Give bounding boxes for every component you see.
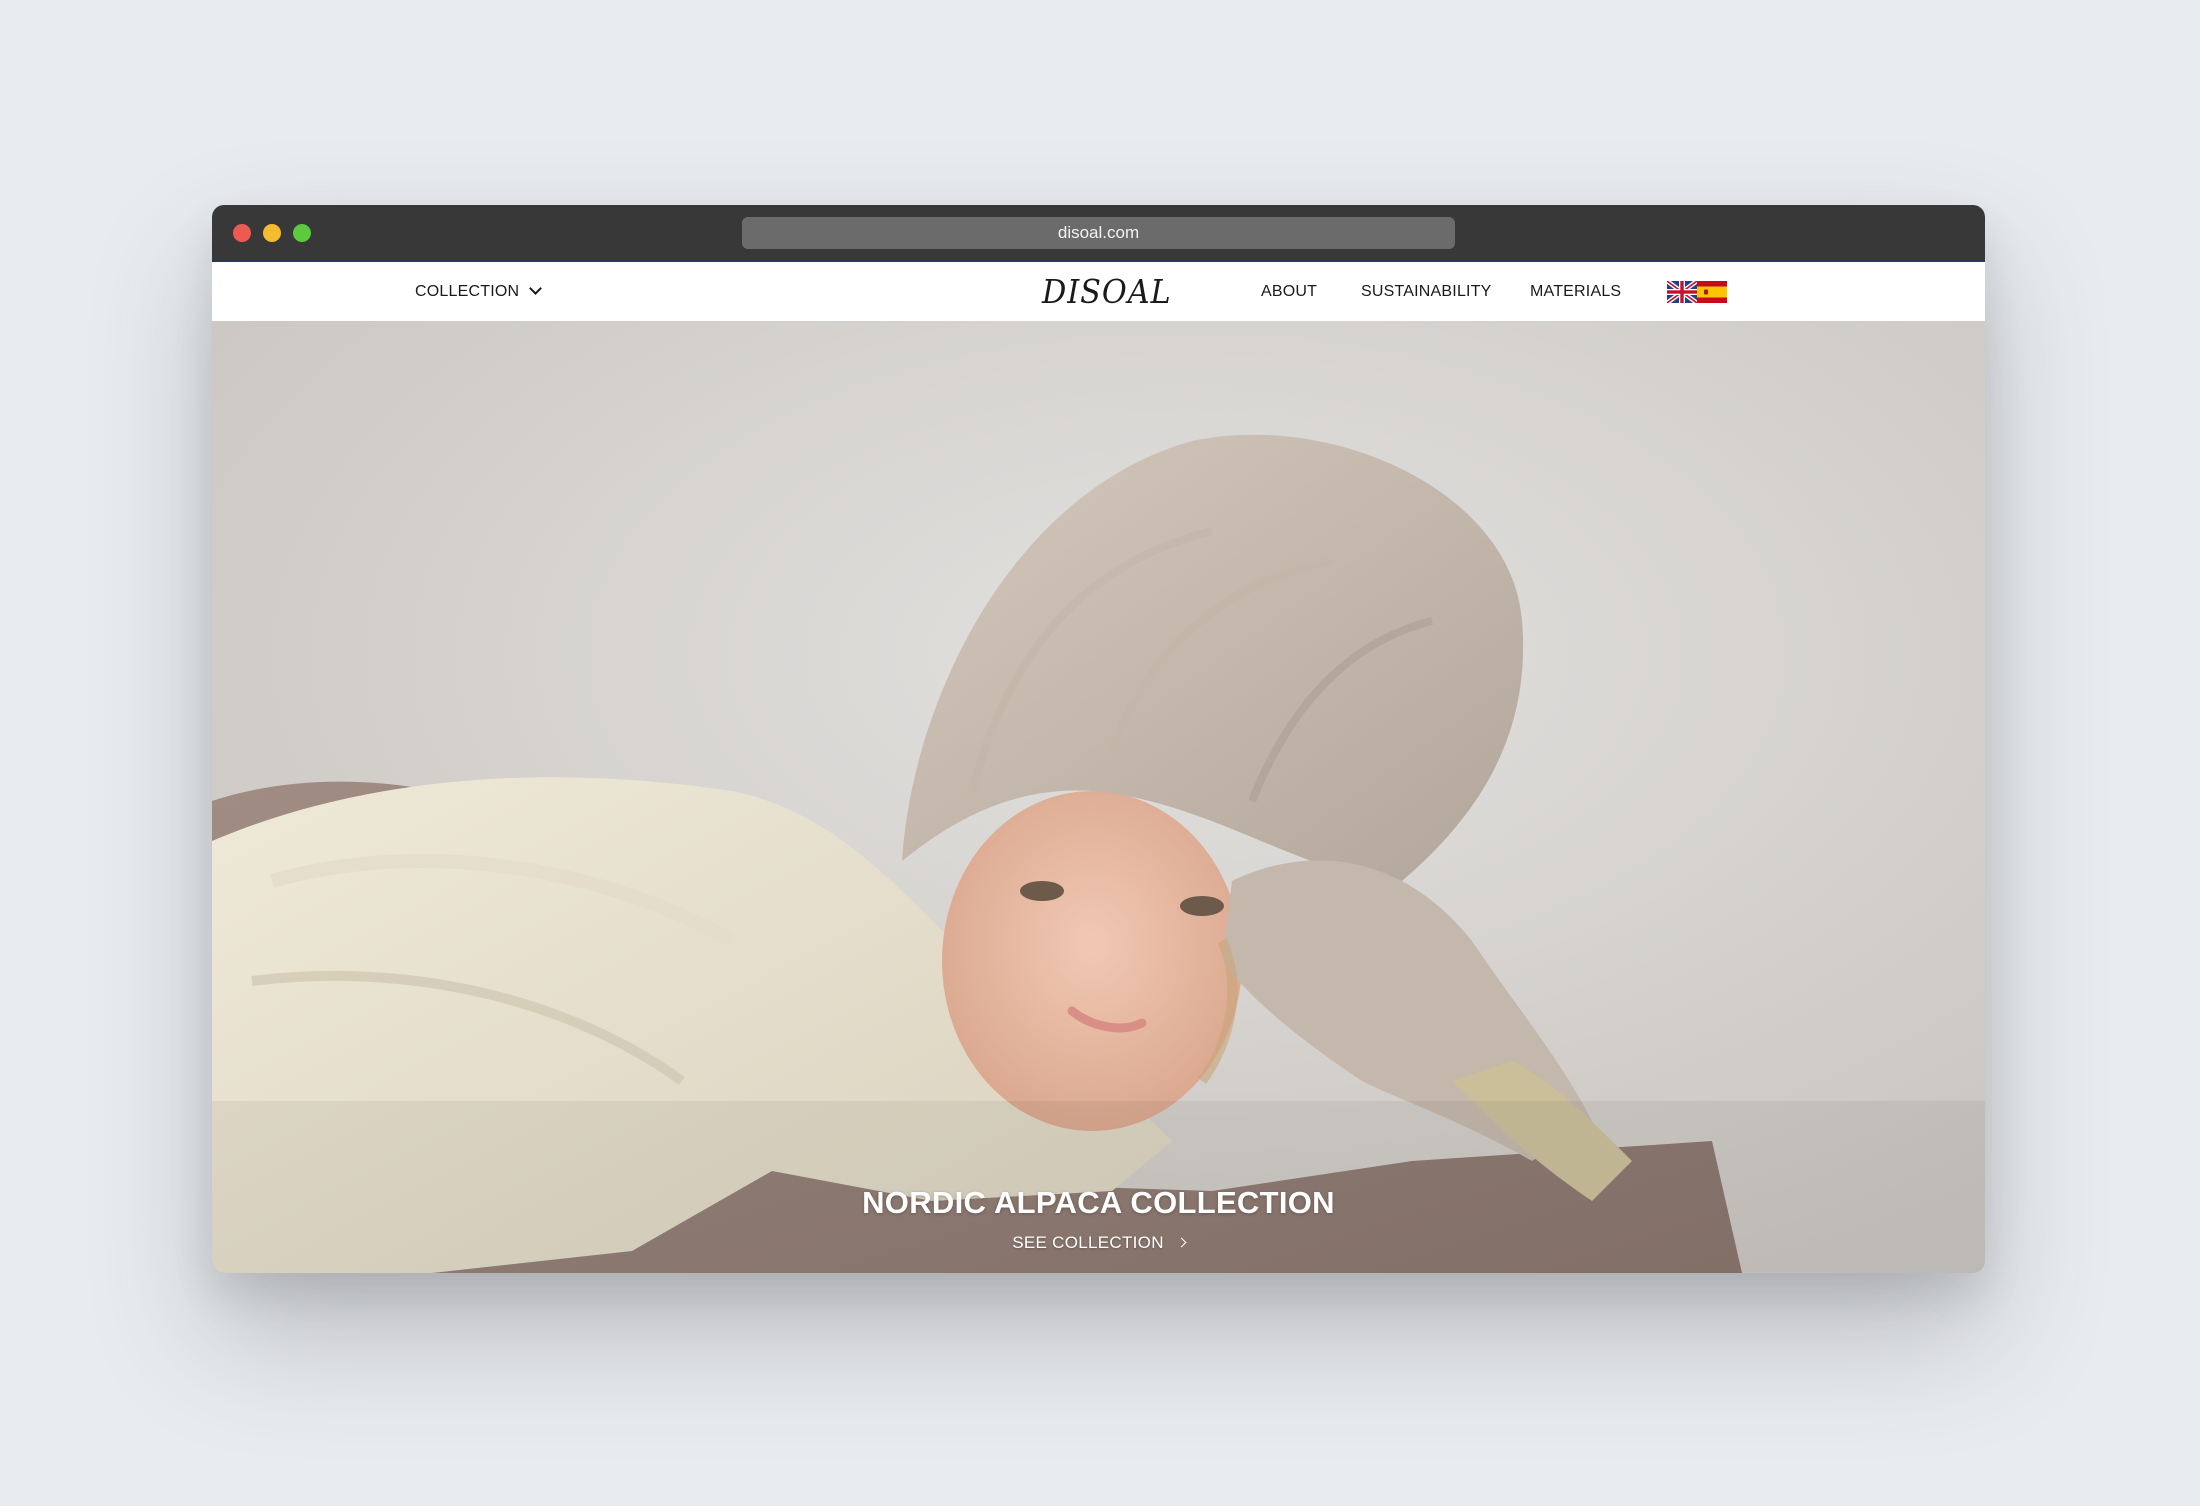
nav-about-link[interactable]: ABOUT xyxy=(1261,262,1317,321)
hero-banner[interactable]: NORDIC ALPACA COLLECTION SEE COLLECTION xyxy=(212,321,1985,1273)
chevron-right-icon xyxy=(1176,1237,1187,1248)
nav-sustainability-link[interactable]: SUSTAINABILITY xyxy=(1361,262,1492,321)
see-collection-link[interactable]: SEE COLLECTION xyxy=(212,1233,1985,1253)
site-logo[interactable]: DISOAL xyxy=(1042,262,1172,321)
see-collection-label: SEE COLLECTION xyxy=(1012,1233,1164,1252)
uk-flag-icon[interactable] xyxy=(1667,281,1697,303)
browser-window: disoal.com COLLECTION DISOAL ABOUT SUSTA… xyxy=(212,205,1985,1273)
address-bar[interactable]: disoal.com xyxy=(742,217,1455,249)
maximize-window-button[interactable] xyxy=(293,224,311,242)
nav-collection-label: COLLECTION xyxy=(415,283,520,300)
hero-photo xyxy=(212,321,1985,1273)
chevron-down-icon xyxy=(529,282,543,295)
nav-materials-link[interactable]: MATERIALS xyxy=(1530,262,1621,321)
minimize-window-button[interactable] xyxy=(263,224,281,242)
close-window-button[interactable] xyxy=(233,224,251,242)
spain-flag-icon[interactable] xyxy=(1697,281,1727,303)
hero-title: NORDIC ALPACA COLLECTION xyxy=(862,1185,1335,1220)
browser-titlebar: disoal.com xyxy=(212,205,1985,262)
site-header: COLLECTION DISOAL ABOUT SUSTAINABILITY M… xyxy=(212,262,1985,321)
language-switcher xyxy=(1667,281,1727,303)
nav-collection-dropdown[interactable]: COLLECTION xyxy=(415,262,543,321)
